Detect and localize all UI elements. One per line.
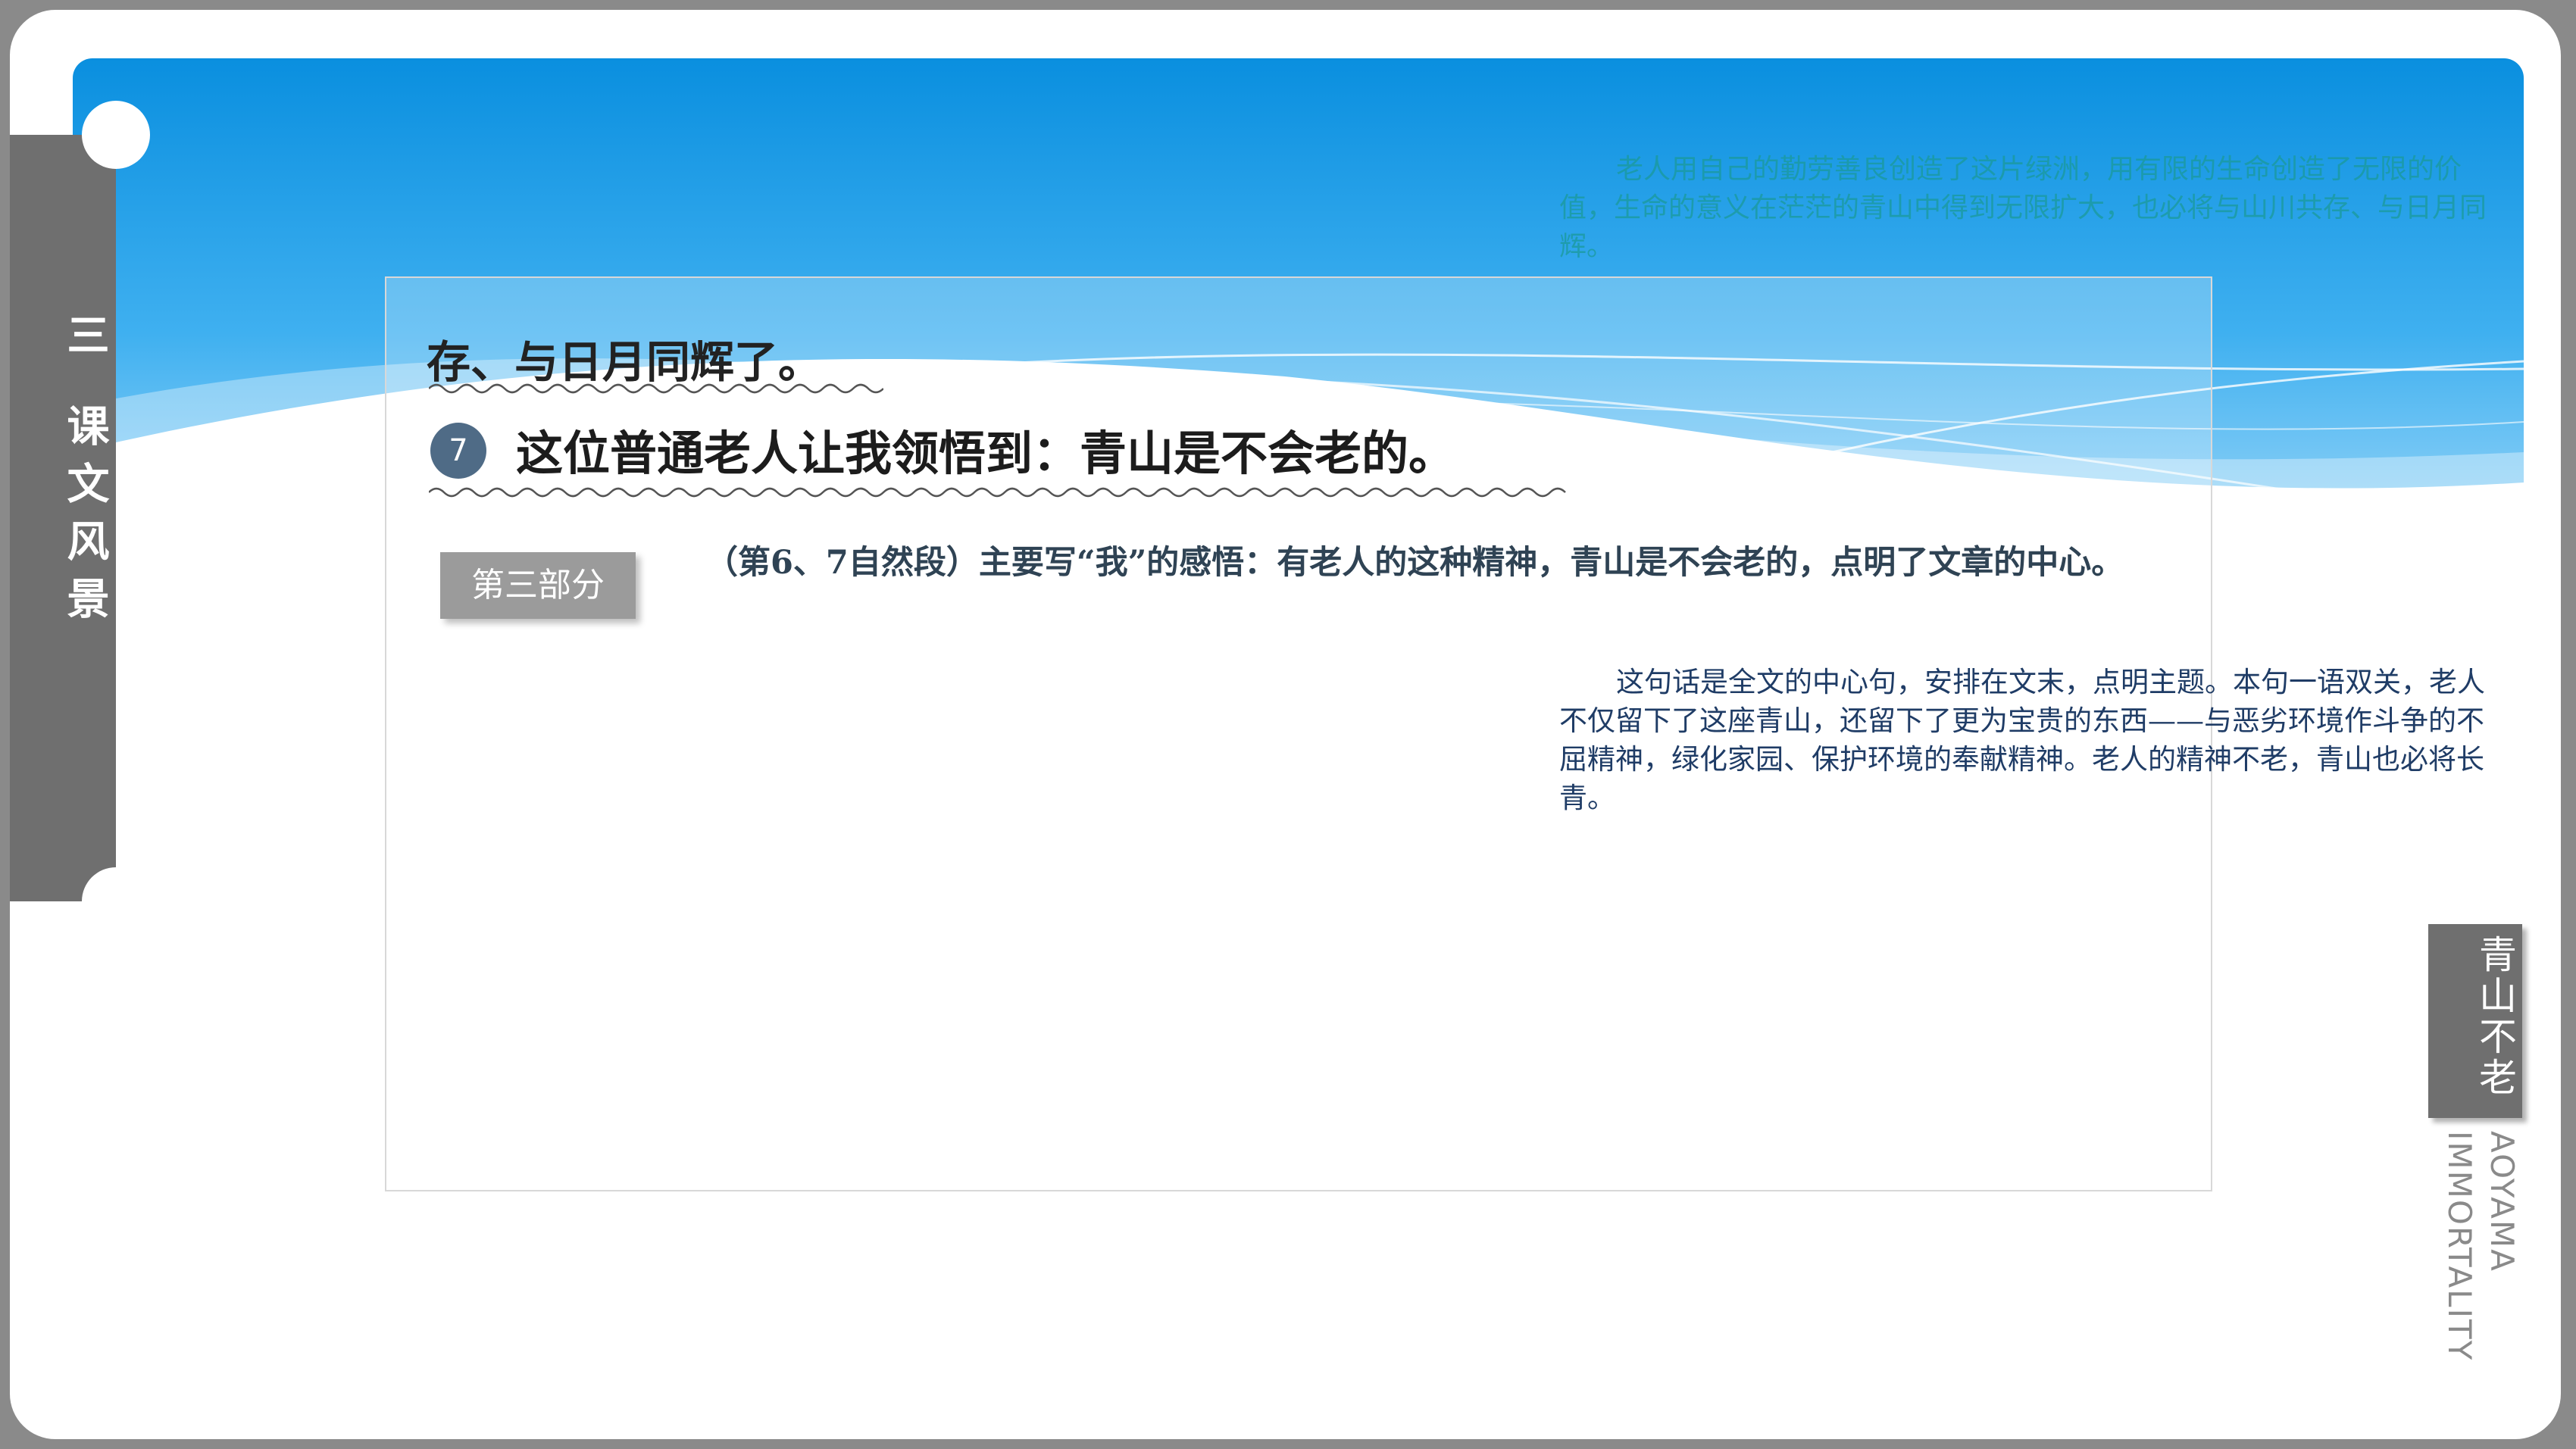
brand-box: 青山不老 [2428,924,2522,1118]
chapter-number: 三 [60,313,110,370]
part-summary-text: （第6、7自然段）主要写“我”的感悟：有老人的这种精神，青山是不会老的，点明了文… [705,544,2124,582]
side-tab-notch-top [82,101,150,169]
brand-subtitle-line-2: IMMORTALITY [2441,1131,2478,1362]
brand-title: 青山不老 [2473,935,2517,1098]
annotation-top: 老人用自己的勤劳善良创造了这片绿洲，用有限的生命创造了无限的价值，生命的意义在茫… [1559,154,2487,262]
side-tab-notch-bottom [82,867,150,935]
slide-card: 三 课文风景 存、与日月同辉了。 7 这位普通老人让我领悟到：青山是不会老的。 … [10,10,2561,1439]
chapter-name: 课文风景 [60,404,110,634]
brand-subtitle-line-1: AOYAMA [2484,1131,2521,1273]
part-three-button[interactable]: 第三部分 [440,552,636,619]
brand-subtitle: AOYAMA IMMORTALITY [2438,1131,2523,1361]
paragraph-number-badge: 7 [430,423,486,479]
wavy-underline-1 [429,383,883,394]
chapter-title: 三 [10,313,116,370]
lesson-text-line-2: 这位普通老人让我领悟到：青山是不会老的。 [516,426,1456,481]
wavy-underline-2 [429,487,1566,498]
annotation-bottom: 这句话是全文的中心句，安排在文末，点明主题。本句一语双关，老人不仅留下了这座青山… [1559,666,2485,814]
